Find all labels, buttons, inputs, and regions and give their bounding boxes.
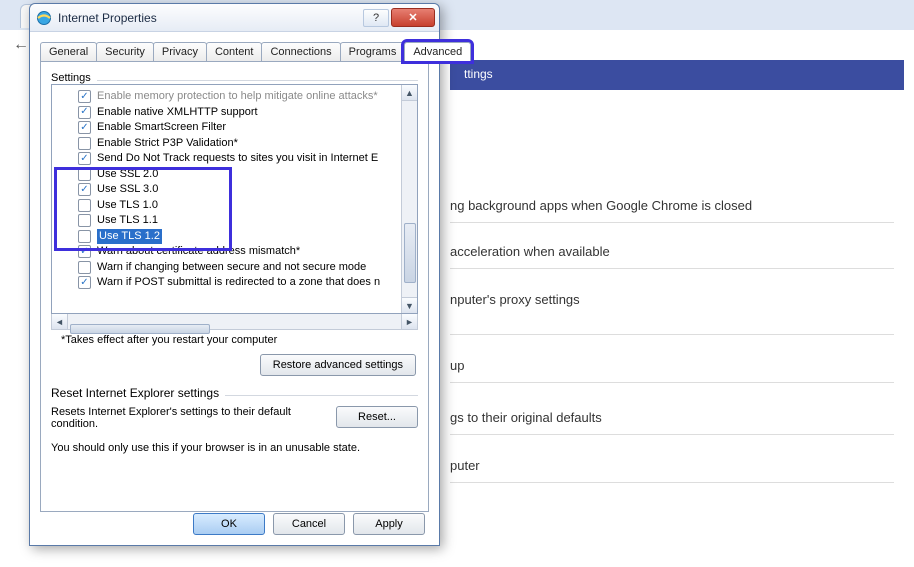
scroll-thumb[interactable] (404, 223, 416, 283)
tab-connections[interactable]: Connections (261, 42, 340, 61)
cancel-button[interactable]: Cancel (273, 513, 345, 535)
checkbox-label: Enable native XMLHTTP support (97, 105, 258, 121)
divider (97, 80, 418, 81)
reset-button[interactable]: Reset... (336, 406, 418, 428)
settings-row: puter (450, 458, 480, 473)
dialog-title: Internet Properties (58, 11, 361, 25)
checkbox-icon[interactable] (78, 121, 91, 134)
checkbox-label: Enable Strict P3P Validation* (97, 136, 238, 152)
checkbox-icon[interactable] (78, 214, 91, 227)
divider (450, 482, 894, 483)
help-button[interactable]: ? (363, 9, 389, 27)
horizontal-scrollbar[interactable]: ◄ ► (51, 314, 418, 330)
checkbox-row-tls10[interactable]: Use TLS 1.0 (58, 198, 415, 214)
checkbox-row-memory-protection[interactable]: Enable memory protection to help mitigat… (58, 89, 415, 105)
checkbox-icon[interactable] (78, 137, 91, 150)
checkbox-row-post-redirect[interactable]: Warn if POST submittal is redirected to … (58, 275, 415, 291)
checkbox-label: Warn if POST submittal is redirected to … (97, 275, 380, 291)
checkbox-icon[interactable] (78, 230, 91, 243)
scroll-up-icon[interactable]: ▲ (402, 85, 417, 101)
reset-warning: You should only use this if your browser… (51, 442, 418, 454)
restart-note: *Takes effect after you restart your com… (61, 334, 418, 346)
divider (450, 222, 894, 223)
vertical-scrollbar[interactable]: ▲ ▼ (401, 85, 417, 313)
checkbox-label: Use TLS 1.1 (97, 213, 158, 229)
checkbox-label: Use TLS 1.2 (97, 229, 162, 245)
checkbox-label: Enable SmartScreen Filter (97, 120, 226, 136)
tab-general[interactable]: General (40, 42, 97, 61)
divider (225, 395, 418, 396)
divider (450, 434, 894, 435)
settings-row: up (450, 358, 464, 373)
checkbox-icon[interactable] (78, 183, 91, 196)
checkbox-icon[interactable] (78, 261, 91, 274)
ie-icon (36, 10, 52, 26)
tab-privacy[interactable]: Privacy (153, 42, 207, 61)
checkbox-icon[interactable] (78, 245, 91, 258)
divider (450, 382, 894, 383)
apply-button[interactable]: Apply (353, 513, 425, 535)
checkbox-label: Enable memory protection to help mitigat… (97, 89, 378, 105)
checkbox-row-p3p[interactable]: Enable Strict P3P Validation* (58, 136, 415, 152)
tab-advanced[interactable]: Advanced (404, 42, 471, 61)
checkbox-label: Send Do Not Track requests to sites you … (97, 151, 378, 167)
tab-programs[interactable]: Programs (340, 42, 406, 61)
checkbox-icon[interactable] (78, 152, 91, 165)
checkbox-row-tls11[interactable]: Use TLS 1.1 (58, 213, 415, 229)
checkbox-row-xmlhttp[interactable]: Enable native XMLHTTP support (58, 105, 415, 121)
close-button[interactable]: ✕ (391, 8, 435, 27)
checkbox-icon[interactable] (78, 90, 91, 103)
checkbox-row-smartscreen[interactable]: Enable SmartScreen Filter (58, 120, 415, 136)
checkbox-row-ssl20[interactable]: Use SSL 2.0 (58, 167, 415, 183)
divider (450, 334, 894, 335)
dialog-tabstrip: General Security Privacy Content Connect… (30, 32, 439, 61)
titlebar[interactable]: Internet Properties ? ✕ (30, 4, 439, 32)
scroll-left-icon[interactable]: ◄ (52, 314, 68, 329)
reset-description: Resets Internet Explorer's settings to t… (51, 406, 326, 430)
internet-properties-dialog: Internet Properties ? ✕ General Security… (29, 3, 440, 546)
settings-row: gs to their original defaults (450, 410, 602, 425)
checkbox-row-secure-warning[interactable]: Warn if changing between secure and not … (58, 260, 415, 276)
checkbox-label: Use TLS 1.0 (97, 198, 158, 214)
reset-group-label: Reset Internet Explorer settings (51, 386, 219, 400)
checkbox-icon[interactable] (78, 106, 91, 119)
checkbox-row-ssl30[interactable]: Use SSL 3.0 (58, 182, 415, 198)
checkbox-icon[interactable] (78, 199, 91, 212)
tab-content[interactable]: Content (206, 42, 263, 61)
ok-button[interactable]: OK (193, 513, 265, 535)
checkbox-row-cert-mismatch[interactable]: Warn about certificate address mismatch* (58, 244, 415, 260)
tab-security[interactable]: Security (96, 42, 154, 61)
checkbox-label: Use SSL 3.0 (97, 182, 158, 198)
checkbox-label: Warn about certificate address mismatch* (97, 244, 300, 260)
settings-header-bar: ttings (450, 60, 904, 90)
settings-row: acceleration when available (450, 244, 610, 259)
checkbox-row-tls12[interactable]: Use TLS 1.2 (58, 229, 415, 245)
settings-treeview[interactable]: Enable memory protection to help mitigat… (51, 84, 418, 314)
scroll-down-icon[interactable]: ▼ (402, 297, 417, 313)
dialog-button-row: OK Cancel Apply (193, 513, 425, 535)
checkbox-icon[interactable] (78, 276, 91, 289)
header-text: ttings (464, 67, 493, 81)
divider (450, 268, 894, 269)
restore-advanced-button[interactable]: Restore advanced settings (260, 354, 416, 376)
checkbox-icon[interactable] (78, 168, 91, 181)
settings-row: ng background apps when Google Chrome is… (450, 198, 752, 213)
tab-panel-advanced: Settings Enable memory protection to hel… (40, 61, 429, 512)
scroll-right-icon[interactable]: ► (401, 314, 417, 329)
scroll-thumb[interactable] (70, 324, 210, 334)
checkbox-label: Warn if changing between secure and not … (97, 260, 366, 276)
checkbox-row-dnt[interactable]: Send Do Not Track requests to sites you … (58, 151, 415, 167)
settings-row: nputer's proxy settings (450, 292, 580, 307)
checkbox-label: Use SSL 2.0 (97, 167, 158, 183)
settings-group-label: Settings (51, 72, 91, 84)
